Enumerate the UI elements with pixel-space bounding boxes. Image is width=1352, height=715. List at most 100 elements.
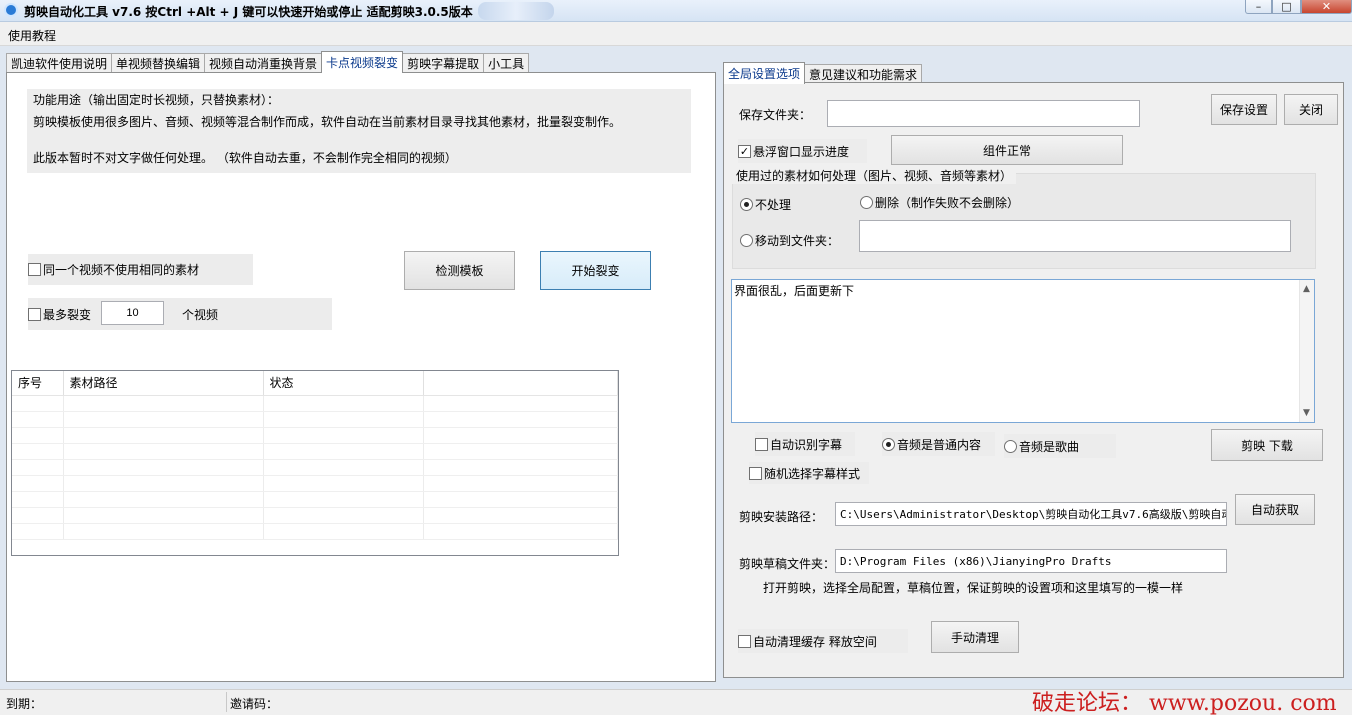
notes-scrollbar[interactable]: ▲ ▼ <box>1299 280 1314 422</box>
right-tab-strip: 全局设置选项 意见建议和功能需求 <box>723 62 923 84</box>
table-row[interactable] <box>12 443 618 460</box>
table-row[interactable] <box>12 523 618 540</box>
split-panel: 功能用途（输出固定时长视频，只替换素材）： 剪映模板使用很多图片、音频、视频等混… <box>6 72 716 682</box>
auto-subtitle-option[interactable]: 自动识别字幕 <box>755 432 855 456</box>
maximize-button[interactable]: □ <box>1272 0 1301 14</box>
install-path-label: 剪映安装路径： <box>739 510 824 524</box>
no-process-radio[interactable] <box>740 198 753 211</box>
float-progress-label: 悬浮窗口显示进度 <box>753 144 850 159</box>
option-move[interactable]: 移动到文件夹： <box>740 232 839 249</box>
delete-label: 删除（制作失败不会删除） <box>875 196 1020 210</box>
column-header-status[interactable]: 状态 <box>263 371 424 396</box>
invite-code-label: 邀请码： <box>230 697 279 711</box>
max-split-count-input[interactable]: 10 <box>101 301 164 325</box>
auto-clean-label: 自动清理缓存 释放空间 <box>753 634 877 649</box>
audio-normal-label: 音频是普通内容 <box>897 437 982 452</box>
video-unit-label: 个视频 <box>182 308 219 322</box>
draft-folder-hint: 打开剪映，选择全局配置，草稿位置，保证剪映的设置项和这里填写的一模一样 <box>763 581 1184 595</box>
option-no-process[interactable]: 不处理 <box>740 196 791 213</box>
tab-global-settings[interactable]: 全局设置选项 <box>723 62 806 84</box>
table-row[interactable] <box>12 507 618 524</box>
tab-feedback[interactable]: 意见建议和功能需求 <box>804 64 923 84</box>
tab-small-tools[interactable]: 小工具 <box>483 53 530 73</box>
table-row[interactable] <box>12 395 618 412</box>
left-tab-strip: 凯迪软件使用说明 单视频替换编辑 视频自动消重换背景 卡点视频裂变 剪映字幕提取… <box>6 51 530 73</box>
table-row[interactable] <box>12 475 618 492</box>
audio-song-label: 音频是歌曲 <box>1019 439 1080 454</box>
draft-folder-input[interactable]: D:\Program Files (x86)\JianyingPro Draft… <box>835 549 1227 573</box>
scroll-up-icon[interactable]: ▲ <box>1303 284 1310 294</box>
float-progress-checkbox[interactable]: ✓ <box>738 144 751 158</box>
description-box: 功能用途（输出固定时长视频，只替换素材）： 剪映模板使用很多图片、音频、视频等混… <box>27 89 691 173</box>
material-table[interactable]: 序号 素材路径 状态 <box>11 370 619 556</box>
tab-single-video-replace[interactable]: 单视频替换编辑 <box>111 53 206 73</box>
draft-folder-label: 剪映草稿文件夹： <box>739 557 836 571</box>
save-folder-label: 保存文件夹： <box>739 108 812 122</box>
no-process-label: 不处理 <box>755 198 792 212</box>
notes-textarea[interactable]: 界面很乱，后面更新下 ▲ ▼ <box>731 279 1315 423</box>
auto-clean-checkbox[interactable] <box>738 634 751 648</box>
random-style-label: 随机选择字幕样式 <box>764 466 861 481</box>
column-header-index[interactable]: 序号 <box>12 371 64 396</box>
material-handling-title: 使用过的素材如何处理（图片、视频、音频等素材） <box>732 167 1017 184</box>
start-split-button[interactable]: 开始裂变 <box>540 251 651 290</box>
table-row[interactable] <box>12 411 618 428</box>
move-label: 移动到文件夹： <box>755 234 840 248</box>
tab-beat-video-split[interactable]: 卡点视频裂变 <box>321 51 404 73</box>
audio-normal-option[interactable]: 音频是普通内容 <box>882 432 995 456</box>
random-style-checkbox[interactable] <box>749 466 762 480</box>
max-split-label: 最多裂变 <box>43 307 92 322</box>
auto-get-button[interactable]: 自动获取 <box>1235 494 1315 525</box>
tab-subtitle-extract[interactable]: 剪映字幕提取 <box>402 53 485 73</box>
expire-label: 到期： <box>6 697 43 711</box>
float-progress-option[interactable]: ✓ 悬浮窗口显示进度 <box>738 139 867 163</box>
scroll-down-icon[interactable]: ▼ <box>1303 408 1310 418</box>
description-purpose: 功能用途（输出固定时长视频，只替换素材）： <box>33 93 280 107</box>
close-window-button[interactable]: ✕ <box>1301 0 1352 14</box>
description-detail: 剪映模板使用很多图片、音频、视频等混合制作而成，软件自动在当前素材目录寻找其他素… <box>33 115 622 129</box>
window-title: 剪映自动化工具 v7.6 按Ctrl +Alt + J 键可以快速开始或停止 适… <box>24 5 473 19</box>
audio-song-radio[interactable] <box>1004 439 1017 453</box>
audio-normal-radio[interactable] <box>882 437 895 451</box>
option-delete[interactable]: 删除（制作失败不会删除） <box>860 194 1019 211</box>
global-settings-panel: 保存文件夹： 保存设置 关闭 ✓ 悬浮窗口显示进度 组件正常 使用过的素材如何处… <box>723 82 1344 678</box>
manual-clean-button[interactable]: 手动清理 <box>931 621 1019 653</box>
auto-subtitle-checkbox[interactable] <box>755 437 768 451</box>
install-path-input[interactable]: C:\Users\Administrator\Desktop\剪映自动化工具v7… <box>835 502 1227 526</box>
move-folder-input[interactable] <box>859 220 1291 252</box>
jianying-download-button[interactable]: 剪映 下载 <box>1211 429 1323 461</box>
table-row[interactable] <box>12 491 618 508</box>
minimize-button[interactable]: – <box>1245 0 1272 14</box>
column-header-filler <box>423 371 618 396</box>
tab-auto-dedupe-background[interactable]: 视频自动消重换背景 <box>204 53 323 73</box>
menu-bar: 使用教程 <box>0 22 1352 46</box>
auto-subtitle-label: 自动识别字幕 <box>770 437 843 452</box>
max-split-checkbox[interactable] <box>28 307 41 321</box>
move-radio[interactable] <box>740 234 753 247</box>
no-same-material-option[interactable]: 同一个视频不使用相同的素材 <box>28 254 253 285</box>
delete-radio[interactable] <box>860 196 873 209</box>
random-style-option[interactable]: 随机选择字幕样式 <box>749 462 869 484</box>
table-header-row: 序号 素材路径 状态 <box>12 371 618 396</box>
max-split-option: 最多裂变 <box>28 298 332 330</box>
table-row[interactable] <box>12 459 618 476</box>
status-divider <box>226 692 227 712</box>
menu-item-tutorial[interactable]: 使用教程 <box>8 27 56 44</box>
detect-template-button[interactable]: 检测模板 <box>404 251 515 290</box>
description-note: 此版本暂时不对文字做任何处理。 （软件自动去重，不会制作完全相同的视频） <box>33 151 457 165</box>
status-bar: 到期： 邀请码： 破走论坛： www.pozou. com <box>0 689 1352 715</box>
app-icon <box>4 3 18 17</box>
auto-clean-option[interactable]: 自动清理缓存 释放空间 <box>738 629 908 653</box>
title-bar: 剪映自动化工具 v7.6 按Ctrl +Alt + J 键可以快速开始或停止 适… <box>0 0 1352 22</box>
audio-song-option[interactable]: 音频是歌曲 <box>1004 434 1116 458</box>
component-status-button[interactable]: 组件正常 <box>891 135 1123 165</box>
tab-kaidi-guide[interactable]: 凯迪软件使用说明 <box>6 53 113 73</box>
forum-watermark: 破走论坛： www.pozou. com <box>1032 691 1337 715</box>
no-same-material-checkbox[interactable] <box>28 263 41 276</box>
save-settings-button[interactable]: 保存设置 <box>1211 94 1277 125</box>
table-row[interactable] <box>12 427 618 444</box>
save-folder-input[interactable] <box>827 100 1140 127</box>
column-header-material-path[interactable]: 素材路径 <box>63 371 264 396</box>
close-button[interactable]: 关闭 <box>1284 94 1338 125</box>
no-same-material-label: 同一个视频不使用相同的素材 <box>43 263 200 277</box>
